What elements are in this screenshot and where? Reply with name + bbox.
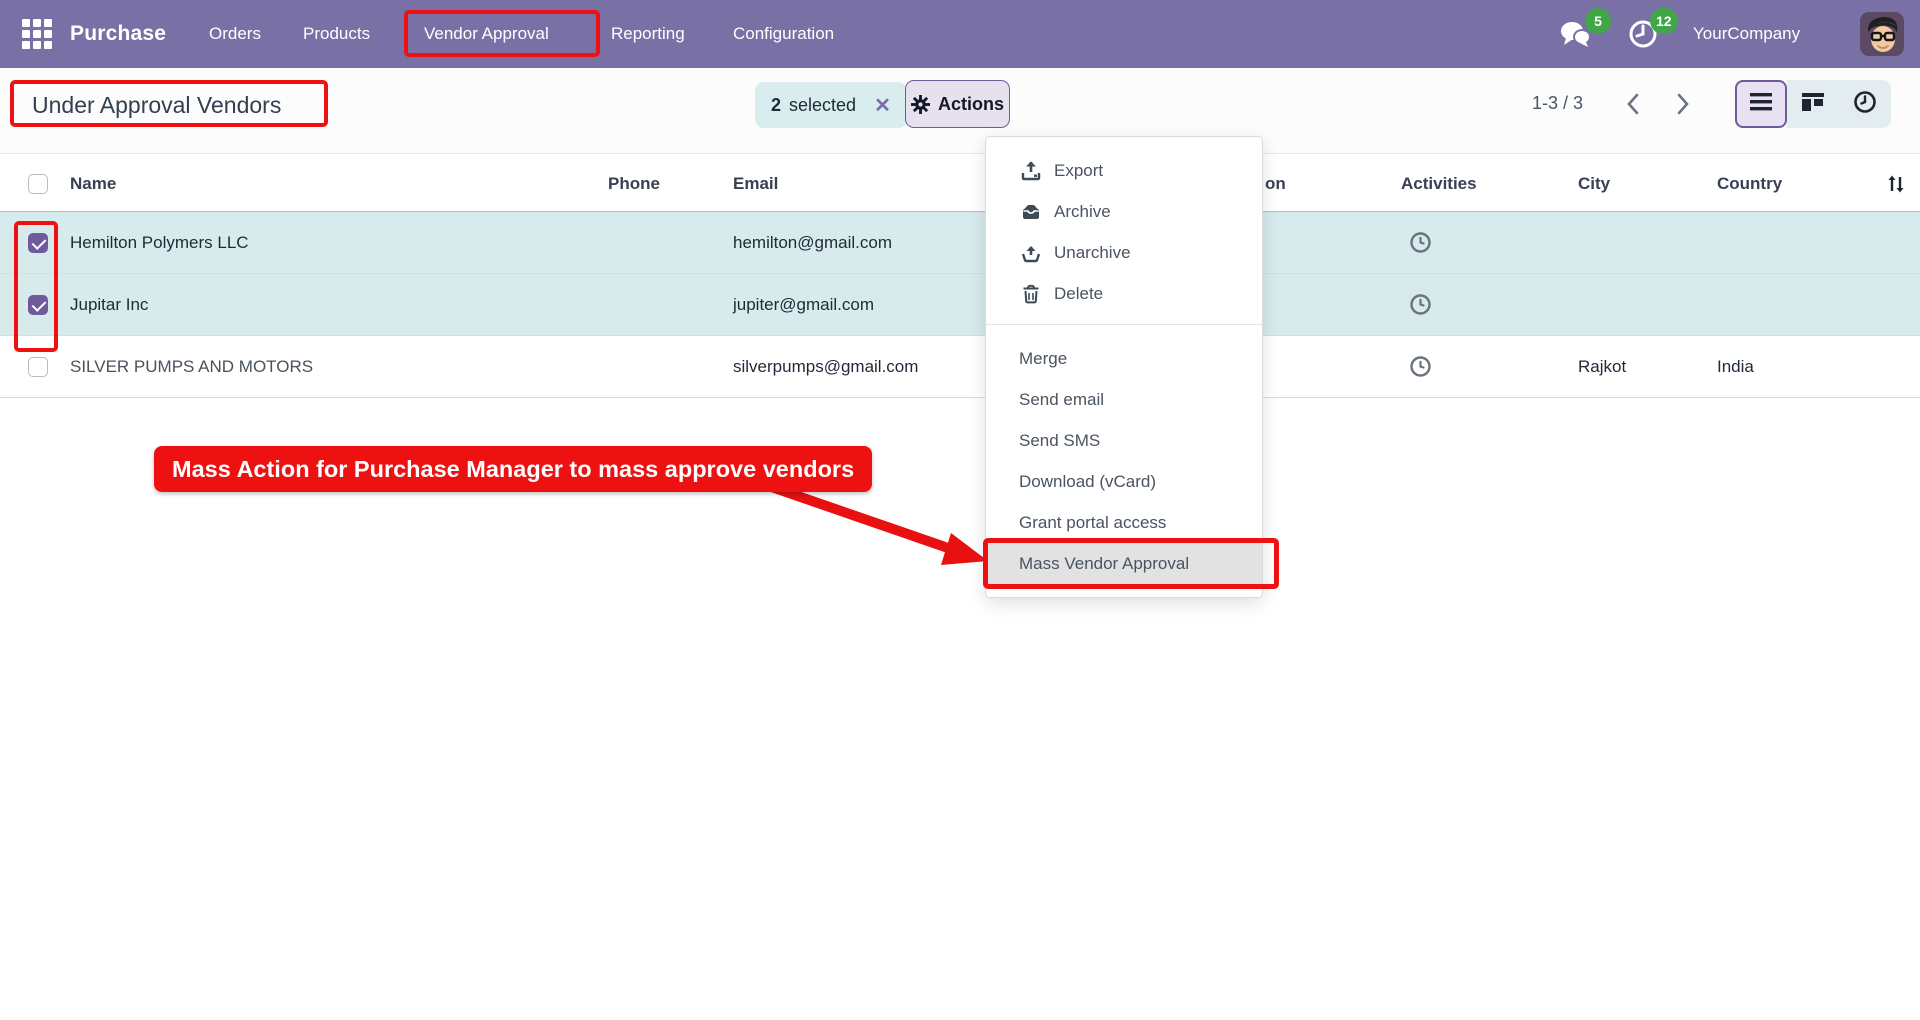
vendor-country <box>1717 274 1857 335</box>
menu-item-label: Archive <box>1054 201 1111 221</box>
menu-item-delete[interactable]: Delete <box>986 273 1262 314</box>
nav-item-products[interactable]: Products <box>303 0 370 68</box>
menu-item-send-email[interactable]: Send email <box>986 379 1262 420</box>
selection-chip: 2 selected ✕ <box>755 82 907 128</box>
table-row[interactable]: Hemilton Polymers LLC hemilton@gmail.com <box>0 212 1920 274</box>
vendor-name: Hemilton Polymers LLC <box>70 232 249 252</box>
menu-item-archive[interactable]: Archive <box>986 191 1262 232</box>
header-partially-hidden[interactable]: on <box>1265 156 1325 211</box>
menu-item-mass-vendor-approval[interactable]: Mass Vendor Approval <box>986 543 1262 584</box>
menu-item-label: Delete <box>1054 283 1104 303</box>
apps-grid-icon[interactable] <box>22 0 52 68</box>
activities-badge[interactable]: 12 <box>1650 8 1678 34</box>
menu-divider <box>986 324 1262 325</box>
menu-item-export[interactable]: Export <box>986 150 1262 191</box>
vendor-city: Rajkot <box>1578 356 1627 376</box>
menu-item-grant-portal-access[interactable]: Grant portal access <box>986 502 1262 543</box>
menu-item-label: Mass Vendor Approval <box>1019 553 1190 573</box>
view-switcher <box>1735 80 1891 128</box>
header-name[interactable]: Name <box>70 156 450 211</box>
row-checkbox[interactable] <box>28 356 48 377</box>
app-window: Purchase Orders Products Vendor Approval… <box>0 0 1920 1020</box>
kanban-view-icon <box>1801 92 1825 117</box>
menu-item-label: Send email <box>1019 389 1105 409</box>
actions-dropdown-menu: Export Archive Unarchive Delete Merge Se… <box>985 136 1263 598</box>
nav-item-vendor-approval[interactable]: Vendor Approval <box>424 0 549 68</box>
selection-count: 2 <box>771 94 782 115</box>
row-checkbox[interactable] <box>28 294 48 315</box>
pager-range: 1-3 / 3 <box>1532 93 1584 113</box>
clock-icon[interactable] <box>1398 212 1442 273</box>
select-all-checkbox[interactable] <box>28 173 48 194</box>
gear-icon <box>910 94 930 114</box>
archive-icon <box>1019 202 1043 222</box>
app-name[interactable]: Purchase <box>70 0 166 68</box>
row-checkbox[interactable] <box>28 232 48 253</box>
menu-item-label: Unarchive <box>1054 242 1131 262</box>
unarchive-icon <box>1019 243 1043 263</box>
clock-icon[interactable] <box>1398 336 1442 397</box>
clear-selection-button[interactable]: ✕ <box>874 93 891 118</box>
top-nav: Purchase Orders Products Vendor Approval… <box>0 0 1920 68</box>
menu-item-send-sms[interactable]: Send SMS <box>986 420 1262 461</box>
nav-item-reporting[interactable]: Reporting <box>611 0 685 68</box>
vendor-city <box>1578 274 1698 335</box>
page-title: Under Approval Vendors <box>32 92 282 118</box>
menu-item-unarchive[interactable]: Unarchive <box>986 232 1262 273</box>
menu-item-download-vcard[interactable]: Download (vCard) <box>986 461 1262 502</box>
export-icon <box>1019 161 1043 181</box>
nav-item-configuration[interactable]: Configuration <box>733 0 834 68</box>
chat-icon[interactable] <box>1556 0 1594 68</box>
menu-item-label: Export <box>1054 160 1104 180</box>
header-phone[interactable]: Phone <box>480 156 660 211</box>
vendor-country: India <box>1717 356 1754 376</box>
menu-item-label: Download (vCard) <box>1019 471 1156 491</box>
kanban-view-button[interactable] <box>1787 80 1839 128</box>
activity-view-icon <box>1853 90 1877 119</box>
company-switcher[interactable]: YourCompany <box>1693 0 1800 68</box>
table-header: Name Phone Email on Activities City Coun… <box>0 156 1920 212</box>
vendor-country <box>1717 212 1857 273</box>
activity-view-button[interactable] <box>1839 80 1891 128</box>
menu-item-label: Grant portal access <box>1019 512 1167 532</box>
actions-label: Actions <box>937 93 1004 114</box>
nav-item-orders[interactable]: Orders <box>209 0 261 68</box>
header-city[interactable]: City <box>1578 156 1698 211</box>
list-view-icon <box>1749 92 1773 117</box>
optional-columns-icon[interactable] <box>1878 156 1914 211</box>
table-row[interactable]: SILVER PUMPS AND MOTORS silverpumps@gmai… <box>0 336 1920 398</box>
selection-label: selected <box>789 94 857 115</box>
header-activities[interactable]: Activities <box>1401 156 1521 211</box>
pager-next-button[interactable] <box>1663 84 1703 124</box>
menu-item-merge[interactable]: Merge <box>986 338 1262 379</box>
messages-badge[interactable]: 5 <box>1585 8 1611 34</box>
menu-item-label: Merge <box>1019 348 1068 368</box>
vendor-city <box>1578 212 1698 273</box>
delete-icon <box>1019 284 1043 304</box>
vendor-name: Jupitar Inc <box>70 294 149 314</box>
pager-prev-button[interactable] <box>1613 84 1653 124</box>
list-view-button[interactable] <box>1735 80 1787 128</box>
header-country[interactable]: Country <box>1717 156 1857 211</box>
menu-item-label: Send SMS <box>1019 430 1101 450</box>
avatar[interactable] <box>1860 0 1904 68</box>
table-row[interactable]: Jupitar Inc jupiter@gmail.com <box>0 274 1920 336</box>
annotation-label: Mass Action for Purchase Manager to mass… <box>154 446 873 492</box>
vendor-name: SILVER PUMPS AND MOTORS <box>70 356 314 376</box>
actions-button[interactable]: Actions <box>905 80 1010 128</box>
clock-icon[interactable] <box>1398 274 1442 335</box>
